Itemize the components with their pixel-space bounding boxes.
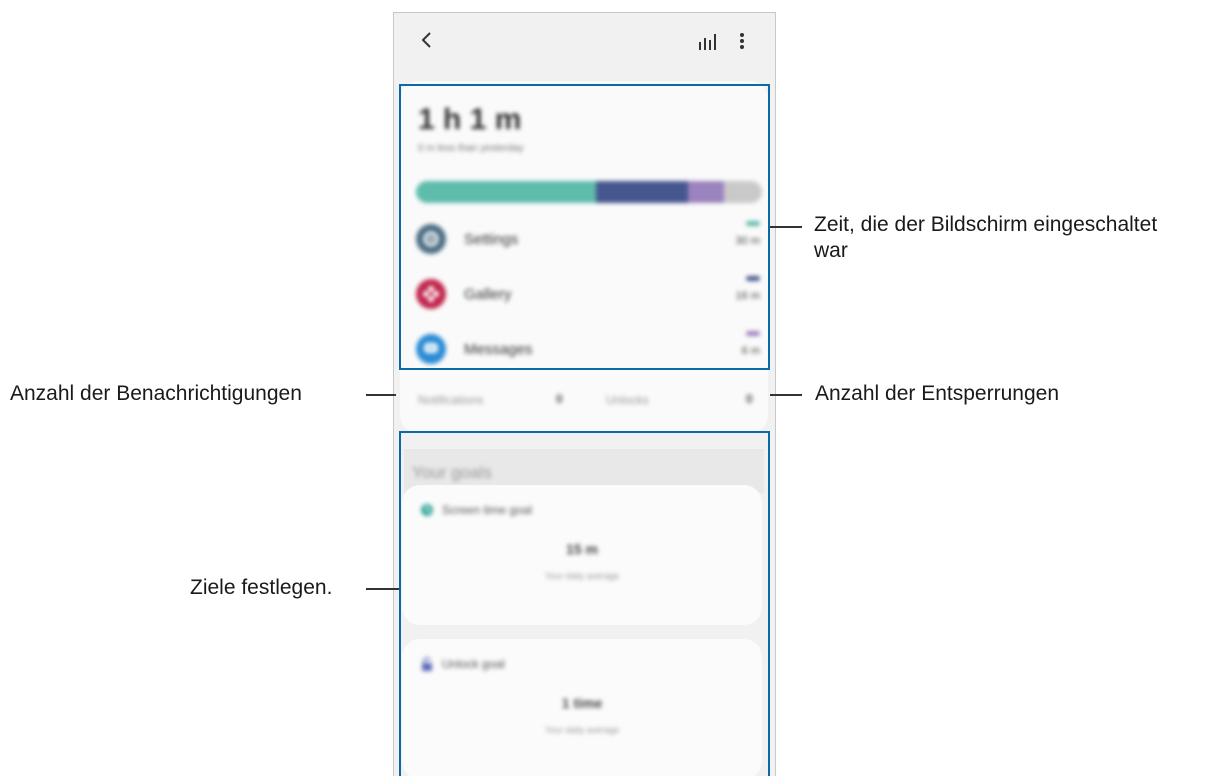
app-name: Messages bbox=[464, 341, 533, 358]
goal-subtitle: Your daily average bbox=[544, 571, 620, 581]
gear-icon bbox=[416, 224, 446, 254]
goal-title: Unlock goal bbox=[442, 657, 505, 671]
callout-notifications: Anzahl der Benachrichtigungen bbox=[10, 382, 302, 405]
unlock-icon bbox=[422, 657, 432, 671]
app-row-gallery[interactable]: Gallery 16 m bbox=[410, 276, 760, 316]
unlock-goal-card[interactable]: Unlock goal 1 time Your daily average bbox=[402, 639, 762, 776]
callout-screen-time-line1: Zeit, die der Bildschirm eingeschaltet bbox=[814, 213, 1158, 236]
bar-chart-icon bbox=[699, 34, 716, 50]
goal-value: 1 time bbox=[561, 695, 603, 711]
app-name: Gallery bbox=[464, 286, 512, 303]
goals-title: Your goals bbox=[412, 463, 492, 482]
app-bar bbox=[394, 13, 775, 67]
unlocks-count: 0 bbox=[746, 392, 753, 406]
callout-goals: Ziele festlegen. bbox=[190, 576, 333, 599]
usage-segment bbox=[723, 181, 762, 203]
callout-line-notifications bbox=[366, 394, 396, 396]
usage-segment bbox=[416, 181, 596, 203]
app-usage-pill bbox=[746, 276, 760, 281]
comparison-text: 0 m less than yesterday bbox=[418, 143, 524, 154]
callout-unlocks: Anzahl der Entsperrungen bbox=[815, 382, 1059, 405]
app-time: 16 m bbox=[735, 290, 760, 302]
usage-segment bbox=[687, 181, 724, 203]
more-vert-icon bbox=[740, 33, 744, 49]
app-row-messages[interactable]: Messages 6 m bbox=[410, 331, 760, 371]
callout-line-unlocks bbox=[770, 394, 802, 396]
usage-segment bbox=[595, 181, 688, 203]
app-usage-pill bbox=[746, 221, 760, 226]
notifications-label: Notifications bbox=[418, 393, 484, 407]
stats-button[interactable] bbox=[697, 31, 717, 51]
more-options-button[interactable] bbox=[734, 29, 750, 53]
total-screen-time: 1 h 1 m bbox=[418, 103, 522, 136]
callout-line-goals bbox=[366, 588, 399, 590]
usage-bar bbox=[416, 181, 762, 203]
clock-icon bbox=[421, 504, 433, 516]
back-button[interactable] bbox=[416, 27, 440, 53]
callout-line-screen-time bbox=[770, 226, 802, 228]
goal-title: Screen time goal bbox=[442, 503, 533, 517]
app-row-settings[interactable]: Settings 30 m bbox=[410, 221, 760, 261]
counts-row: Notifications 0 Unlocks 0 bbox=[400, 385, 768, 425]
chat-bubble-icon bbox=[416, 334, 446, 364]
callout-screen-time: Zeit, die der Bildschirm eingeschaltet w… bbox=[814, 212, 1157, 264]
phone-screen: 1 h 1 m 0 m less than yesterday Settings… bbox=[393, 12, 776, 776]
flower-icon bbox=[416, 279, 446, 309]
callout-screen-time-line2: war bbox=[814, 239, 848, 262]
goal-value: 15 m bbox=[566, 541, 598, 557]
app-usage-pill bbox=[746, 331, 760, 336]
screen-time-summary-card[interactable]: 1 h 1 m 0 m less than yesterday Settings… bbox=[400, 81, 768, 433]
screen-time-goal-card[interactable]: Screen time goal 15 m Your daily average bbox=[402, 485, 762, 625]
goal-subtitle: Your daily average bbox=[544, 725, 620, 735]
app-time: 30 m bbox=[735, 235, 760, 247]
app-time: 6 m bbox=[741, 345, 760, 357]
notifications-count: 0 bbox=[556, 392, 563, 406]
unlocks-label: Unlocks bbox=[606, 393, 649, 407]
chevron-left-icon bbox=[421, 32, 431, 48]
app-name: Settings bbox=[464, 231, 519, 248]
